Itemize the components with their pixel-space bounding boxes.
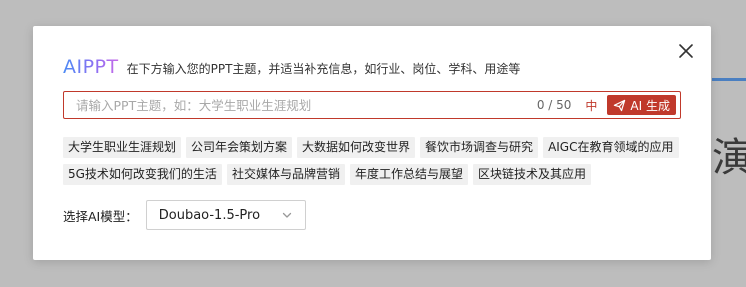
background-accent-line: [712, 78, 746, 81]
ai-generate-label: AI 生成: [630, 98, 670, 113]
topic-tag[interactable]: AIGC在教育领域的应用: [543, 137, 679, 158]
model-select[interactable]: Doubao-1.5-Pro: [145, 200, 306, 230]
model-selected-value: Doubao-1.5-Pro: [158, 207, 261, 223]
topic-tag[interactable]: 区块链技术及其应用: [472, 164, 591, 185]
topic-tag[interactable]: 大学生职业生涯规划: [63, 137, 182, 158]
dialog-header: AIPPT 在下方输入您的PPT主题，并适当补充信息，如行业、岗位、学科、用途等: [63, 56, 520, 78]
topic-tag[interactable]: 大数据如何改变世界: [297, 137, 416, 158]
topic-tag[interactable]: 年度工作总结与展望: [349, 164, 468, 185]
char-counter: 0 / 50: [536, 98, 572, 112]
topic-input[interactable]: [76, 97, 537, 113]
dialog-subtitle: 在下方输入您的PPT主题，并适当补充信息，如行业、岗位、学科、用途等: [126, 62, 521, 76]
topic-tag[interactable]: 5G技术如何改变我们的生活: [63, 164, 222, 185]
brand-title: AIPPT: [63, 56, 119, 78]
topic-input-box: 0 / 50 中 AI 生成: [63, 91, 681, 119]
topic-tag[interactable]: 公司年会策划方案: [186, 137, 293, 158]
close-button[interactable]: [675, 40, 697, 62]
input-language-indicator[interactable]: 中: [585, 97, 597, 114]
model-label: 选择AI模型：: [63, 208, 138, 224]
model-selector-row: 选择AI模型： Doubao-1.5-Pro: [63, 200, 306, 230]
background-partial-text: 演: [712, 135, 746, 181]
aippt-dialog: AIPPT 在下方输入您的PPT主题，并适当补充信息，如行业、岗位、学科、用途等…: [33, 26, 711, 260]
topic-tag[interactable]: 社交媒体与品牌营销: [226, 164, 345, 185]
close-icon[interactable]: [675, 40, 697, 62]
topic-tag[interactable]: 餐饮市场调查与研究: [420, 137, 539, 158]
ai-generate-button[interactable]: AI 生成: [607, 95, 676, 115]
chevron-down-icon: [282, 212, 291, 218]
send-icon: [614, 99, 626, 111]
topic-suggestions: 大学生职业生涯规划 公司年会策划方案 大数据如何改变世界 餐饮市场调查与研究 A…: [63, 137, 693, 185]
